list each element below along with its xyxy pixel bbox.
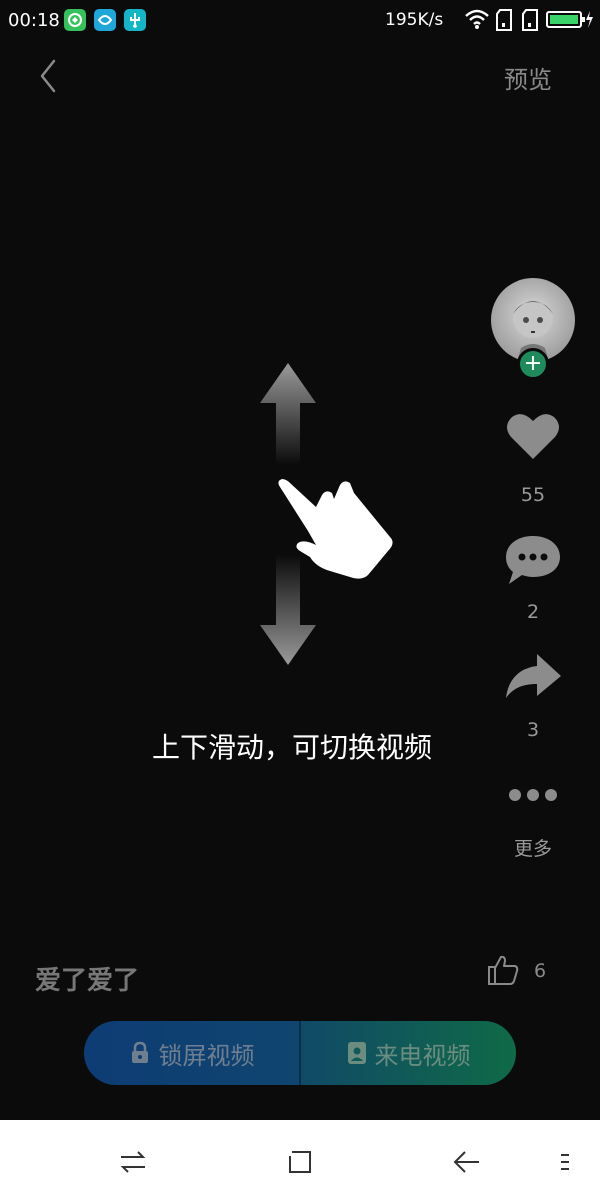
- sim1-icon: [496, 9, 512, 31]
- chevron-left-icon: [40, 59, 56, 93]
- video-title: 爱了爱了: [35, 966, 140, 996]
- comment-count: 2: [526, 601, 540, 623]
- more-dots-icon[interactable]: [503, 775, 563, 815]
- swipe-hint-text: 上下滑动，可切换视频: [151, 731, 432, 764]
- comment-icon[interactable]: [503, 530, 563, 590]
- lock-screen-video-button[interactable]: 锁屏视频: [84, 1021, 299, 1085]
- wechat-app-icon: [64, 9, 86, 31]
- browser-app-icon: [94, 9, 116, 31]
- thumbs-up-icon[interactable]: [486, 953, 520, 987]
- heart-icon[interactable]: [503, 405, 563, 465]
- home-icon[interactable]: [284, 1146, 316, 1178]
- more-label[interactable]: 更多: [503, 834, 563, 861]
- status-time: 00:18: [8, 10, 60, 31]
- call-video-button[interactable]: 来电视频: [301, 1021, 516, 1085]
- switch-apps-icon[interactable]: [117, 1146, 149, 1178]
- thumbs-up-count: 6: [534, 960, 547, 982]
- call-video-label: 来电视频: [374, 1041, 471, 1070]
- lock-screen-video-label: 锁屏视频: [158, 1041, 255, 1070]
- set-video-button-group: 锁屏视频 来电视频: [84, 1021, 516, 1085]
- menu-icon[interactable]: [553, 1146, 577, 1178]
- like-count: 55: [520, 484, 546, 506]
- lock-icon: [131, 1041, 148, 1063]
- wifi-icon: [465, 9, 489, 29]
- swipe-guide-illustration: [260, 363, 393, 665]
- preview-button[interactable]: 预览: [504, 60, 552, 95]
- follow-plus-button[interactable]: +: [517, 348, 549, 380]
- status-bar: 00:18 195K/s: [0, 0, 600, 40]
- back-nav-icon[interactable]: [451, 1146, 483, 1178]
- share-icon[interactable]: [503, 648, 563, 708]
- system-nav-bar: [0, 1120, 600, 1200]
- sim2-icon: [522, 9, 538, 31]
- arrow-up-icon: [260, 363, 316, 465]
- author-avatar-group[interactable]: +: [491, 278, 575, 380]
- network-speed: 195K/s: [385, 10, 444, 30]
- phone-contact-icon: [347, 1042, 366, 1064]
- usb-icon: [124, 9, 146, 31]
- back-button[interactable]: [30, 55, 70, 97]
- arrow-down-icon: [260, 555, 316, 665]
- battery-icon: [546, 11, 593, 28]
